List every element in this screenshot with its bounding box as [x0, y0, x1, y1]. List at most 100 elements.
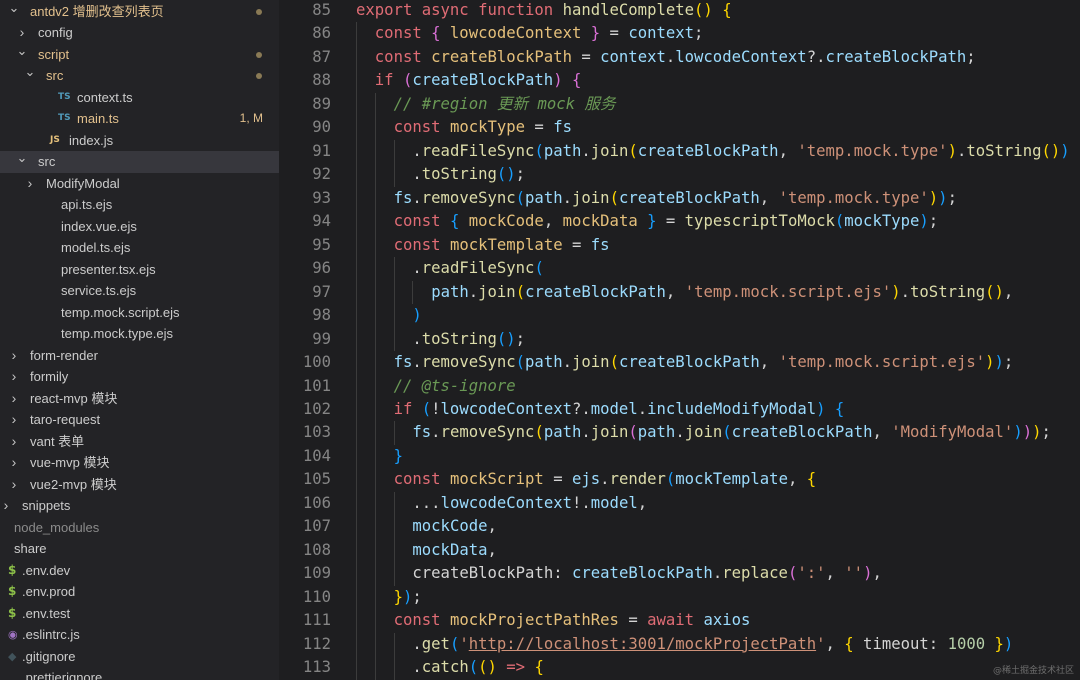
tree-file[interactable]: index.vue.ejs	[0, 216, 279, 238]
code-editor[interactable]: 85 export async function handleComplete()…	[279, 0, 1080, 680]
code-token: ?.	[571, 399, 591, 418]
tree-file[interactable]: TS main.ts 1, M	[0, 108, 279, 130]
tree-folder[interactable]: ⌄ src	[0, 150, 279, 173]
tree-file[interactable]: JS index.js	[0, 130, 279, 152]
tree-file[interactable]: $ .env.test	[0, 603, 279, 625]
indent-guide	[374, 280, 376, 305]
code-token: path	[525, 353, 563, 372]
chevron-right-icon: ›	[0, 538, 4, 560]
code-text: // #region 更新 mock 服务	[394, 93, 616, 117]
code-line[interactable]: 111 const mockProjectPathRes = await axio…	[279, 609, 1080, 633]
code-line[interactable]: 106 ...lowcodeContext!.model,	[279, 491, 1080, 516]
code-line[interactable]: 91 .readFileSync(path.join(createBlockPat…	[279, 139, 1080, 164]
tree-file[interactable]: temp.mock.type.ejs	[0, 323, 279, 345]
tree-folder[interactable]: ⌄ src	[0, 64, 279, 87]
tree-file[interactable]: .prettierignore	[0, 667, 279, 680]
code-line[interactable]: 92 .toString();	[279, 163, 1080, 187]
tree-folder[interactable]: ⌄ antdv2 增删改查列表页	[0, 0, 279, 23]
tree-item-label: main.ts	[77, 111, 119, 126]
tree-folder[interactable]: › formily	[0, 366, 279, 388]
code-line[interactable]: 104}	[279, 444, 1080, 469]
code-line[interactable]: 86 const { lowcodeContext } = context;	[279, 22, 1080, 46]
line-number: 108	[302, 540, 331, 559]
indent-guide	[393, 257, 395, 281]
code-line[interactable]: 103 fs.removeSync(path.join(path.join(cre…	[279, 421, 1080, 445]
tree-file[interactable]: ◆ .gitignore	[0, 646, 279, 668]
code-line[interactable]: 90 const mockType = fs	[279, 116, 1080, 140]
code-token: const	[393, 212, 441, 231]
code-line[interactable]: 89 // #region 更新 mock 服务	[279, 92, 1080, 117]
tree-folder[interactable]: › taro-request	[0, 409, 279, 431]
code-text: fs.removeSync(path.join(createBlockPath,…	[394, 351, 1014, 375]
tree-file[interactable]: $ .env.dev	[0, 560, 279, 582]
tree-file[interactable]: service.ts.ejs	[0, 280, 279, 302]
indent-guide	[374, 351, 376, 375]
code-line[interactable]: 100 fs.removeSync(path.join(createBlockPa…	[279, 351, 1080, 375]
indent-guide	[374, 186, 376, 211]
code-line[interactable]: 110});	[279, 585, 1080, 610]
code-token: context	[600, 47, 666, 66]
code-text: .readFileSync(path.join(createBlockPath,…	[412, 140, 1069, 164]
code-line[interactable]: 101 // @ts-ignore	[279, 374, 1080, 399]
code-line[interactable]: 107 mockCode,	[279, 515, 1080, 539]
code-token: mockCode	[412, 517, 488, 536]
tree-folder[interactable]: › config	[0, 22, 279, 44]
tree-folder[interactable]: › vant 表单	[0, 431, 279, 453]
code-token: .	[468, 282, 479, 301]
tree-folder[interactable]: › form-render	[0, 345, 279, 367]
code-line[interactable]: 102 if (!lowcodeContext?.model.includeMod…	[279, 397, 1080, 422]
tree-item-label: src	[46, 68, 64, 83]
code-token: {	[431, 24, 441, 43]
tree-file[interactable]: api.ts.ejs	[0, 194, 279, 216]
indent-guide	[393, 280, 395, 305]
tree-file[interactable]: presenter.tsx.ejs	[0, 259, 279, 281]
code-line[interactable]: 95 const mockTemplate = fs	[279, 233, 1080, 258]
indent-guide	[356, 515, 357, 539]
code-text: ...lowcodeContext!.model,	[412, 492, 647, 516]
tree-file[interactable]: ◉ .eslintrc.js	[0, 624, 279, 646]
code-token: (	[515, 282, 526, 301]
line-number: 103	[302, 423, 331, 442]
code-line[interactable]: 97 path.join(createBlockPath, 'temp.mock.…	[279, 280, 1080, 305]
code-token: {	[534, 658, 544, 677]
code-line[interactable]: 112 .get('http://localhost:3001/mockProje…	[279, 632, 1080, 657]
tree-folder[interactable]: › snippets	[0, 495, 279, 517]
code-text: const mockProjectPathRes = await axios	[394, 609, 751, 633]
code-token: {	[722, 1, 732, 19]
code-token: ;	[1041, 423, 1051, 442]
code-line[interactable]: 87 const createBlockPath = context.lowcod…	[279, 45, 1080, 70]
tree-folder[interactable]: › ModifyModal	[0, 173, 279, 195]
tree-folder[interactable]: › vue2-mvp 模块	[0, 474, 279, 496]
code-line[interactable]: 108 mockData,	[279, 538, 1080, 563]
tree-folder[interactable]: ⌄ script	[0, 43, 279, 66]
tree-file[interactable]: TS context.ts	[0, 87, 279, 109]
code-line[interactable]: 94 const { mockCode, mockData } = typescr…	[279, 210, 1080, 234]
indent-guide	[356, 421, 357, 445]
code-token: ...	[412, 493, 441, 512]
line-number: 107	[302, 517, 331, 536]
code-token: =	[571, 47, 601, 66]
code-token: =	[525, 118, 554, 137]
tree-file[interactable]: model.ts.ejs	[0, 237, 279, 259]
tree-file[interactable]: $ .env.prod	[0, 581, 279, 603]
code-line[interactable]: 88 if (createBlockPath) {	[279, 69, 1080, 93]
code-line[interactable]: 105 const mockScript = ejs.render(mockTem…	[279, 468, 1080, 492]
tree-folder[interactable]: › node_modules	[0, 517, 279, 539]
tree-file[interactable]: temp.mock.script.ejs	[0, 302, 279, 324]
tree-folder[interactable]: › vue-mvp 模块	[0, 452, 279, 474]
code-line[interactable]: 98)	[279, 304, 1080, 328]
line-number: 87	[312, 47, 331, 66]
tree-folder[interactable]: › react-mvp 模块	[0, 388, 279, 410]
code-line[interactable]: 113 .catch(() => {	[279, 656, 1080, 680]
tree-item-label: .env.dev	[22, 562, 71, 578]
code-line[interactable]: 99 .toString();	[279, 327, 1080, 352]
code-token: model	[590, 399, 638, 418]
code-line[interactable]: 93 fs.removeSync(path.join(createBlockPat…	[279, 186, 1080, 211]
tree-folder[interactable]: › share	[0, 538, 279, 560]
code-line[interactable]: 96 .readFileSync(	[279, 257, 1080, 281]
indent-guide	[393, 421, 395, 445]
code-line[interactable]: 85 export async function handleComplete()…	[279, 0, 1080, 23]
tree-item-label: .env.test	[22, 605, 71, 621]
code-line[interactable]: 109 createBlockPath: createBlockPath.repl…	[279, 562, 1080, 586]
